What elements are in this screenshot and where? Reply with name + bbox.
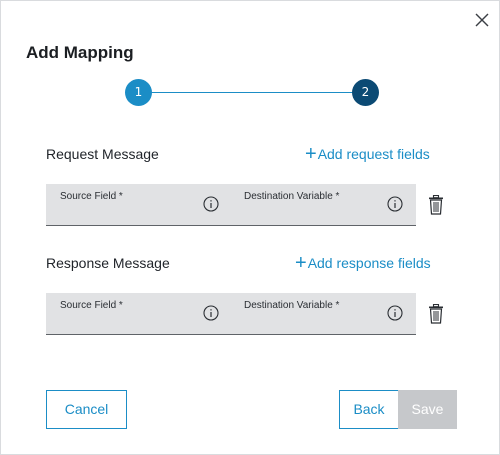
info-icon[interactable]	[387, 196, 403, 212]
trash-icon[interactable]	[428, 304, 444, 324]
cancel-button[interactable]: Cancel	[46, 390, 127, 429]
request-field-row: Source Field * Destination Variable *	[46, 184, 416, 226]
response-destination-variable-label: Destination Variable *	[244, 300, 340, 311]
request-source-field-label: Source Field *	[60, 191, 123, 202]
response-source-field-label: Source Field *	[60, 300, 123, 311]
info-icon[interactable]	[203, 196, 219, 212]
dialog-title: Add Mapping	[26, 43, 134, 62]
response-message-label: Response Message	[46, 255, 170, 271]
stepper-connector	[151, 92, 353, 93]
trash-icon[interactable]	[428, 195, 444, 215]
step-2[interactable]: 2	[352, 79, 379, 106]
info-icon[interactable]	[203, 305, 219, 321]
close-icon[interactable]	[472, 10, 492, 30]
response-field-row: Source Field * Destination Variable *	[46, 293, 416, 335]
request-destination-variable-label: Destination Variable *	[244, 191, 340, 202]
back-button[interactable]: Back	[339, 390, 399, 429]
plus-icon: +	[295, 252, 307, 274]
plus-icon: +	[305, 143, 317, 165]
add-response-fields-label: Add response fields	[307, 255, 431, 271]
add-request-fields-link[interactable]: + Add request fields	[305, 143, 430, 165]
step-1[interactable]: 1	[125, 79, 152, 106]
save-button[interactable]: Save	[398, 390, 457, 429]
add-request-fields-label: Add request fields	[317, 146, 430, 162]
add-mapping-dialog: Add Mapping 1 2 Request Message + Add re…	[0, 0, 500, 455]
info-icon[interactable]	[387, 305, 403, 321]
stepper: 1 2	[125, 79, 379, 107]
add-response-fields-link[interactable]: + Add response fields	[295, 252, 431, 274]
request-message-label: Request Message	[46, 146, 159, 162]
